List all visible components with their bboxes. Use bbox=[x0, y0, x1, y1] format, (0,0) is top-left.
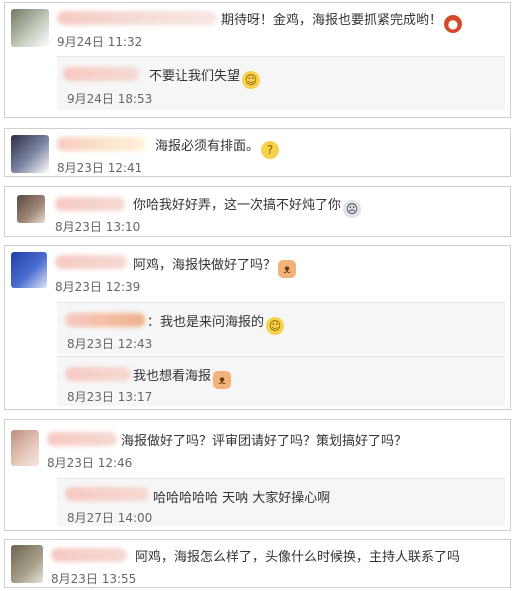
comment-time: 8月23日 13:55 bbox=[51, 572, 137, 586]
reply-box: 不要让我们失望 ☺ 9月24日 18:53 bbox=[57, 56, 505, 110]
comment-text: 阿鸡，海报怎么样了，头像什么时候换，主持人联系了吗 bbox=[135, 550, 461, 565]
reply-text: 我也想看海报 ᴥ bbox=[133, 365, 232, 389]
reply-box: 哈哈哈哈哈 天呐 大家好操心啊 8月27日 14:00 bbox=[57, 478, 505, 526]
red-chicken-emoji-icon: ● bbox=[444, 15, 463, 33]
reply-time: 9月24日 18:53 bbox=[67, 92, 153, 106]
avatar[interactable] bbox=[17, 195, 45, 223]
username-blurred[interactable] bbox=[55, 255, 127, 269]
reply-text: 哈哈哈哈哈 天呐 大家好操心啊 bbox=[153, 491, 331, 506]
thinking-emoji-icon: ? bbox=[261, 141, 280, 159]
username-blurred[interactable] bbox=[63, 67, 139, 81]
cat-emoji-icon: ᴥ bbox=[213, 371, 232, 389]
username-blurred[interactable] bbox=[57, 11, 217, 25]
comment-card: 阿鸡，海报怎么样了，头像什么时候换，主持人联系了吗 8月23日 13:55 bbox=[4, 539, 511, 588]
avatar[interactable] bbox=[11, 252, 47, 288]
comment-text: 海报做好了吗？评审团请好了吗？策划搞好了吗？ bbox=[121, 434, 408, 449]
reply-time: 8月23日 13:17 bbox=[67, 390, 153, 404]
comment-time: 8月23日 12:39 bbox=[55, 280, 141, 294]
wink-smiley-emoji-icon: ☺ bbox=[242, 71, 261, 89]
comment-time: 9月24日 11:32 bbox=[57, 35, 143, 49]
comment-text: 海报必须有排面。? bbox=[155, 135, 280, 159]
reply-box: 我也想看海报 ᴥ 8月23日 13:17 bbox=[57, 356, 505, 406]
username-blurred[interactable] bbox=[55, 197, 125, 211]
comment-card: 你哈我好好弄，这一次搞不好炖了你 ☹ 8月23日 13:10 bbox=[4, 186, 511, 237]
reply-box: ：我也是来问海报的 ☺ 8月23日 12:43 bbox=[57, 302, 505, 354]
comment-card: 阿鸡，海报快做好了吗？ ᴥ 8月23日 12:39 ：我也是来问海报的 ☺ 8月23… bbox=[4, 245, 511, 410]
avatar[interactable] bbox=[11, 9, 49, 47]
avatar[interactable] bbox=[11, 135, 49, 173]
comment-time: 8月23日 12:41 bbox=[57, 161, 143, 175]
avatar[interactable] bbox=[11, 545, 43, 583]
reply-time: 8月27日 14:00 bbox=[67, 511, 153, 525]
comment-card: 海报做好了吗？评审团请好了吗？策划搞好了吗？ 8月23日 12:46 哈哈哈哈哈… bbox=[4, 419, 511, 531]
comment-text: 阿鸡，海报快做好了吗？ ᴥ bbox=[133, 254, 297, 278]
reply-time: 8月23日 12:43 bbox=[67, 337, 153, 351]
cat-emoji-icon: ᴥ bbox=[278, 260, 297, 278]
comment-text: 期待呀！金鸡，海报也要抓紧完成哟！ ● bbox=[221, 9, 463, 33]
reply-text: ：我也是来问海报的 ☺ bbox=[147, 311, 285, 335]
smile-emoji-icon: ☺ bbox=[266, 317, 285, 335]
username-blurred[interactable] bbox=[57, 137, 145, 151]
comment-card: 期待呀！金鸡，海报也要抓紧完成哟！ ● 9月24日 11:32 不要让我们失望 ☺ … bbox=[4, 2, 511, 118]
comment-time: 8月23日 13:10 bbox=[55, 220, 141, 234]
reply-text: 不要让我们失望 ☺ bbox=[149, 65, 261, 89]
comment-text: 你哈我好好弄，这一次搞不好炖了你 ☹ bbox=[133, 194, 362, 218]
username-blurred[interactable] bbox=[65, 367, 131, 381]
avatar[interactable] bbox=[11, 430, 39, 466]
comment-time: 8月23日 12:46 bbox=[47, 456, 133, 470]
crying-face-emoji-icon: ☹ bbox=[343, 200, 362, 218]
comment-card: 海报必须有排面。? 8月23日 12:41 bbox=[4, 128, 511, 177]
username-blurred[interactable] bbox=[51, 548, 127, 562]
username-blurred[interactable] bbox=[65, 313, 145, 327]
username-blurred[interactable] bbox=[47, 432, 117, 446]
username-blurred[interactable] bbox=[65, 487, 149, 501]
